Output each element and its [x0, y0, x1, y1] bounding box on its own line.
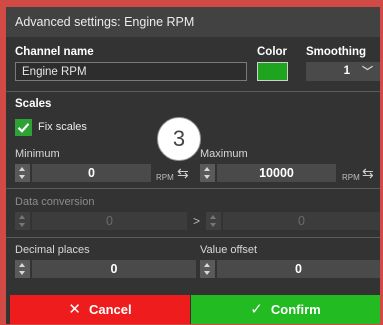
conversion-to-spin-buttons[interactable]	[206, 212, 221, 230]
conversion-from-input[interactable]: 0	[32, 212, 187, 230]
conversion-to-input[interactable]: 0	[223, 212, 380, 230]
confirm-label: Confirm	[270, 302, 321, 317]
value-offset-label: Value offset	[200, 244, 258, 256]
dialog-title: Advanced settings: Engine RPM	[15, 15, 195, 29]
channel-name-label: Channel name	[15, 46, 94, 58]
cancel-label: Cancel	[88, 302, 132, 317]
advanced-settings-dialog: Advanced settings: Engine RPM Channel na…	[6, 7, 380, 324]
decimal-places-label: Decimal places	[15, 244, 90, 256]
conversion-from-spin-buttons[interactable]	[15, 212, 30, 230]
dialog-titlebar: Advanced settings: Engine RPM	[6, 7, 380, 37]
data-conversion-label: Data conversion	[15, 196, 95, 208]
decimal-places-stepper[interactable]: 0	[15, 260, 196, 278]
swap-icon[interactable]: ⇆	[177, 165, 189, 182]
conversion-to-stepper[interactable]: 0	[206, 212, 380, 230]
conversion-from-stepper[interactable]: 0	[15, 212, 187, 230]
confirm-button[interactable]: ✓ Confirm	[191, 295, 380, 324]
divider	[6, 188, 380, 189]
divider	[6, 91, 380, 92]
smoothing-label: Smoothing	[306, 46, 367, 58]
checkmark-icon: ✓	[250, 301, 263, 318]
value-offset-stepper[interactable]: 0	[200, 260, 380, 278]
scales-heading: Scales	[15, 98, 52, 110]
fix-scales-checkbox[interactable]	[15, 119, 32, 136]
divider	[6, 237, 380, 238]
fix-scales-label: Fix scales	[38, 121, 87, 133]
color-label: Color	[257, 46, 288, 58]
swap-icon[interactable]: ⇆	[362, 165, 374, 182]
color-swatch[interactable]	[257, 62, 288, 81]
close-icon: ✕	[68, 301, 81, 318]
minimum-input[interactable]: 0	[32, 164, 151, 182]
smoothing-select[interactable]: 1 ﹀	[306, 62, 380, 81]
minimum-stepper[interactable]: 0	[15, 164, 151, 182]
chevron-down-icon: ﹀	[362, 66, 373, 78]
minimum-spin-buttons[interactable]	[15, 164, 30, 182]
decimal-places-input[interactable]: 0	[32, 260, 196, 278]
maximum-label: Maximum	[200, 148, 248, 160]
cancel-button[interactable]: ✕ Cancel	[10, 295, 190, 324]
checkmark-icon	[17, 123, 30, 133]
maximum-unit: RPM	[342, 173, 360, 182]
decimal-places-spin-buttons[interactable]	[15, 260, 30, 278]
smoothing-value: 1	[343, 65, 350, 77]
value-offset-spin-buttons[interactable]	[200, 260, 215, 278]
value-offset-input[interactable]: 0	[217, 260, 380, 278]
maximum-input[interactable]: 10000	[217, 164, 336, 182]
maximum-stepper[interactable]: 10000	[200, 164, 336, 182]
step-marker-badge: 3	[157, 117, 201, 161]
maximum-spin-buttons[interactable]	[200, 164, 215, 182]
minimum-unit: RPM	[156, 173, 174, 182]
channel-name-input[interactable]: Engine RPM	[15, 62, 247, 81]
minimum-label: Minimum	[15, 148, 60, 160]
conversion-arrow: >	[193, 214, 201, 228]
